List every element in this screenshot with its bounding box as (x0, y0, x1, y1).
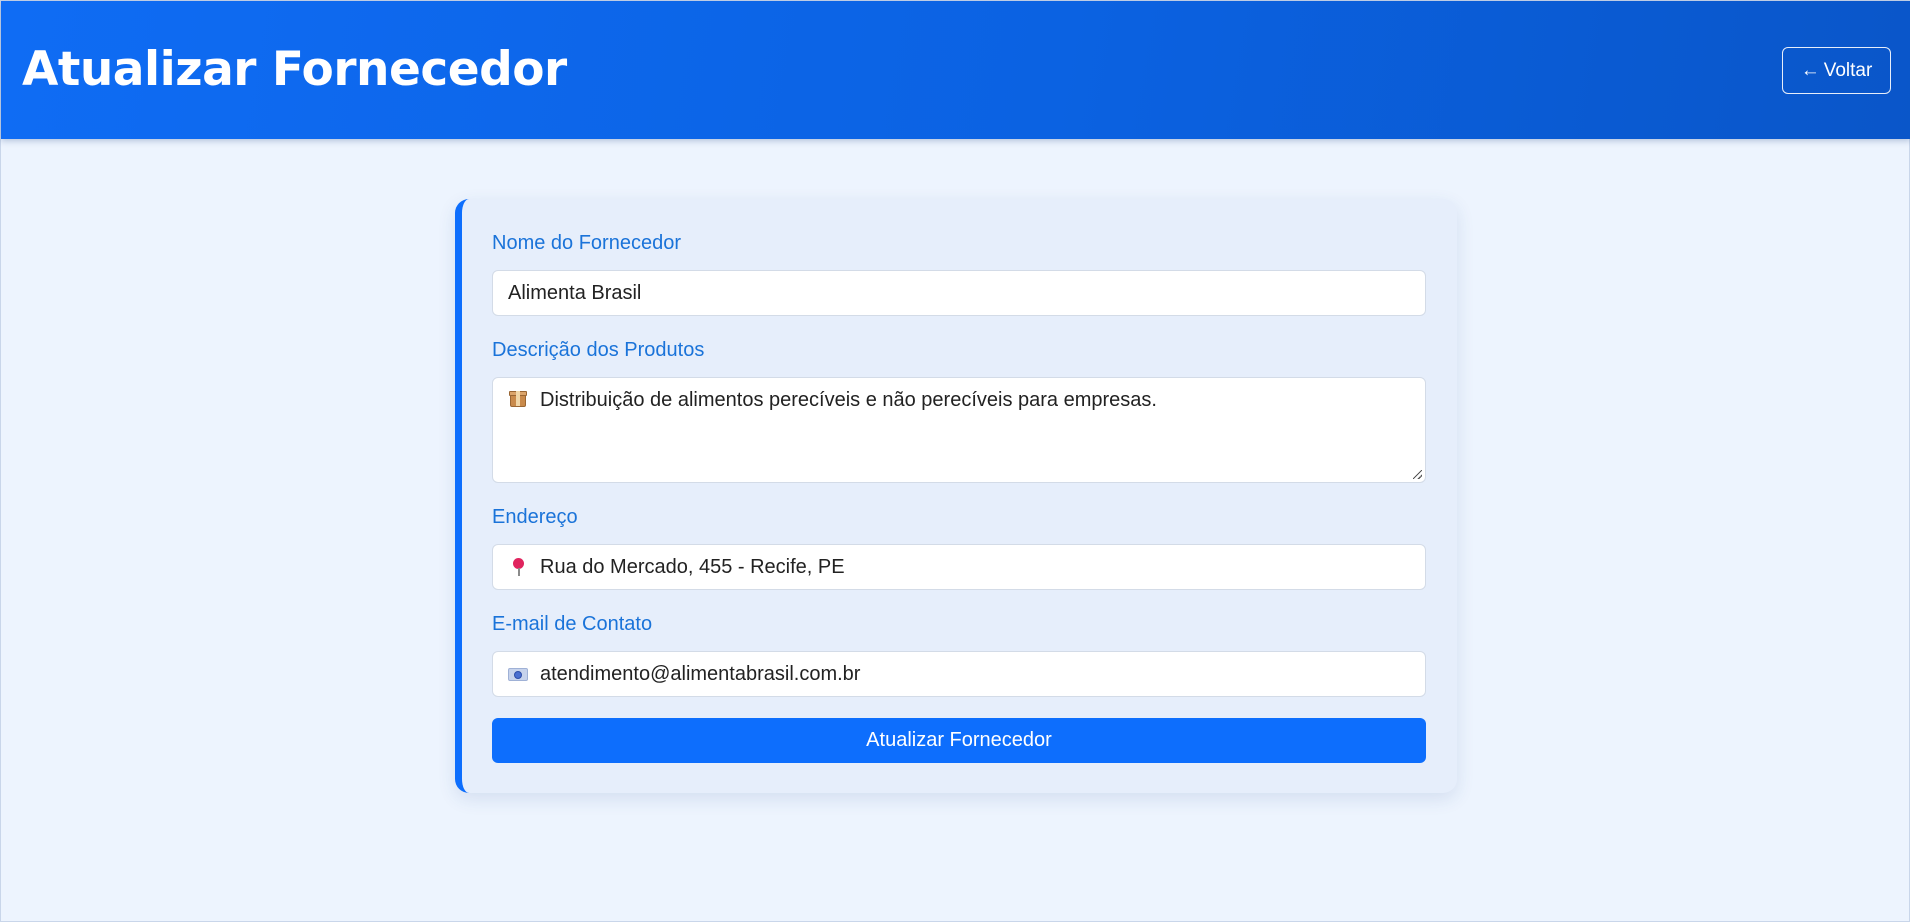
address-value: Rua do Mercado, 455 - Recife, PE (540, 555, 845, 578)
submit-button[interactable]: Atualizar Fornecedor (492, 718, 1426, 763)
email-icon (508, 664, 528, 684)
page-title: Atualizar Fornecedor (22, 42, 567, 97)
description-label: Descrição dos Produtos (492, 339, 705, 361)
name-label: Nome do Fornecedor (492, 232, 681, 254)
address-input[interactable]: Rua do Mercado, 455 - Recife, PE (492, 544, 1426, 590)
pin-icon (508, 557, 528, 577)
arrow-left-icon: ← (1800, 60, 1820, 81)
email-label: E-mail de Contato (492, 613, 653, 635)
package-icon (508, 389, 528, 409)
page: Atualizar Fornecedor ← Voltar Nome do Fo… (0, 0, 1910, 922)
email-input[interactable]: atendimento@alimentabrasil.com.br (492, 651, 1426, 697)
header-bar: Atualizar Fornecedor ← Voltar (1, 1, 1910, 139)
description-value: Distribuição de alimentos perecíveis e n… (540, 389, 1157, 411)
name-value: Alimenta Brasil (508, 281, 642, 304)
address-label: Endereço (492, 506, 578, 528)
email-value: atendimento@alimentabrasil.com.br (540, 662, 861, 685)
name-input[interactable]: Alimenta Brasil (492, 270, 1426, 316)
description-textarea[interactable]: Distribuição de alimentos perecíveis e n… (492, 377, 1426, 483)
resize-handle[interactable] (1413, 470, 1422, 479)
back-button-label: Voltar (1823, 59, 1873, 81)
back-button[interactable]: ← Voltar (1782, 47, 1891, 94)
